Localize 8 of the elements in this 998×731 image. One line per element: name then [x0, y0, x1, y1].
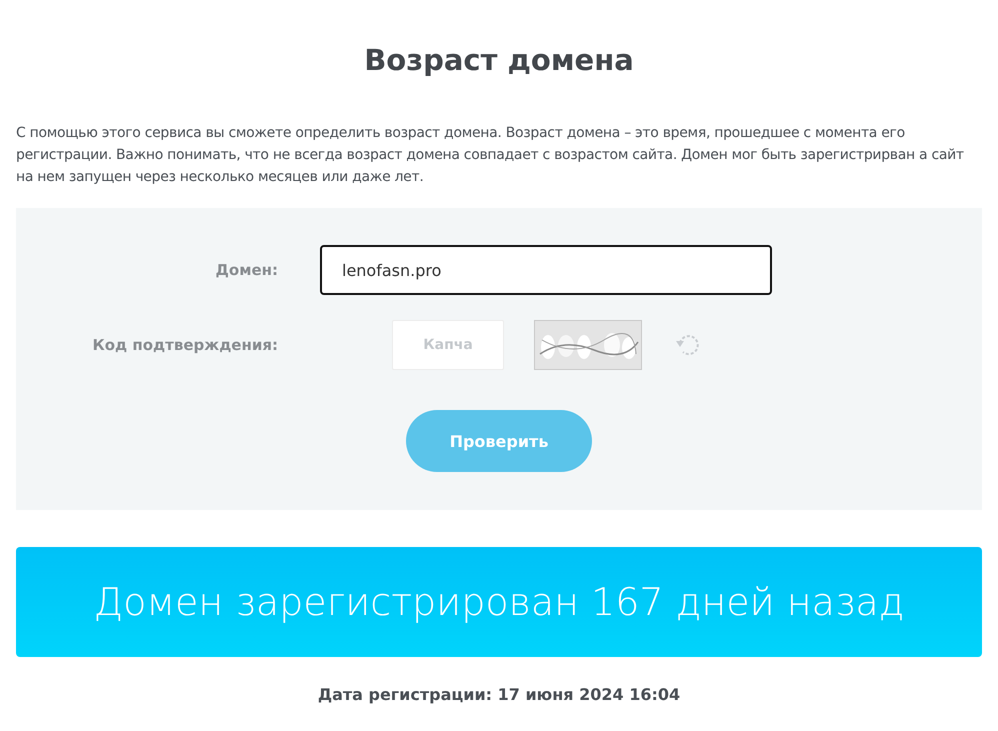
captcha-input[interactable]: Капча: [392, 320, 504, 370]
result-text: Домен зарегистрирован 167 дней назад: [94, 580, 904, 624]
page-title: Возраст домена: [363, 42, 635, 79]
registration-date: Дата регистрации: 17 июня 2024 16:04: [316, 685, 682, 704]
description-text: С помощью этого сервиса вы сможете определить возраст домена. Возраст домена – это время, прошедшее с момента его регистрации. Важно понимать, что не всегда возраст домена совпадает с возрастом сайта. Домен мог быть зарегистрирван а сайт на нем запущен через несколько месяцев или даже лет.: [16, 124, 965, 187]
domain-input[interactable]: lenofasn.pro: [320, 245, 772, 295]
domain-label: Домен:: [214, 261, 278, 279]
captcha-label: Код подтверждения:: [91, 336, 278, 354]
